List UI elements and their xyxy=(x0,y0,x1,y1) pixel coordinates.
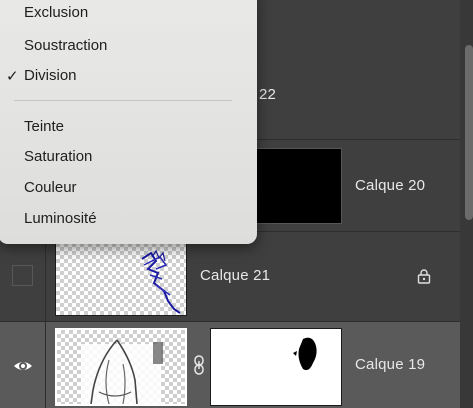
layer-row-calque-21[interactable]: Calque 21 xyxy=(0,232,460,322)
visibility-toggle-box[interactable] xyxy=(12,265,33,286)
eye-icon[interactable] xyxy=(12,355,34,377)
lock-icon[interactable] xyxy=(416,268,432,284)
visibility-column[interactable] xyxy=(0,232,46,321)
layer-row-calque-19[interactable]: Calque 19 xyxy=(0,322,460,408)
menu-item-teinte[interactable]: Teinte xyxy=(24,118,64,135)
mask-shape xyxy=(293,337,317,371)
visibility-column[interactable] xyxy=(0,322,46,408)
blend-mode-menu: Exclusion Soustraction ✓ Division Teinte… xyxy=(0,0,257,244)
menu-item-exclusion[interactable]: Exclusion xyxy=(24,4,88,21)
checkmark-icon: ✓ xyxy=(6,68,19,85)
menu-item-saturation[interactable]: Saturation xyxy=(24,148,92,165)
layer-name: Calque 20 xyxy=(355,177,426,194)
menu-item-luminosite[interactable]: Luminosité xyxy=(24,210,97,227)
menu-item-soustraction[interactable]: Soustraction xyxy=(24,37,107,54)
menu-item-division[interactable]: Division xyxy=(24,67,77,84)
layer-thumbnail[interactable] xyxy=(55,238,187,316)
layers-panel: 22 Calque 20 Calque 21 Calque 19 Exclusi… xyxy=(0,0,473,408)
layer-thumbnail[interactable] xyxy=(55,328,187,406)
menu-item-couleur[interactable]: Couleur xyxy=(24,179,77,196)
layer-mask-thumbnail[interactable] xyxy=(210,328,342,406)
layer-name: Calque 19 xyxy=(355,356,426,373)
layer-name: 22 xyxy=(259,86,277,103)
scrollbar-thumb[interactable] xyxy=(465,45,473,220)
menu-separator xyxy=(14,100,232,101)
blue-sketch-art xyxy=(141,249,181,314)
layer-name: Calque 21 xyxy=(200,267,271,284)
sketch-art xyxy=(81,339,163,404)
link-chain-icon[interactable] xyxy=(192,354,206,376)
